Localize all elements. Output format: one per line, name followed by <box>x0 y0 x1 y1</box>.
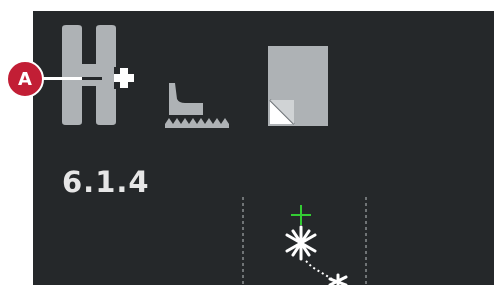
callout-label: A <box>18 68 32 90</box>
feed-dogs-button[interactable] <box>163 73 233 129</box>
stabilizer-button[interactable] <box>266 44 332 128</box>
sewing-machine-screen: 6.1.4 <box>33 11 494 285</box>
presser-foot-button[interactable] <box>58 24 138 126</box>
callout-a: A <box>6 60 44 98</box>
stitch-number: 6.1.4 <box>62 165 150 199</box>
stitch-preview-graphic <box>242 197 367 285</box>
callout-pointer-line <box>42 77 82 80</box>
presser-foot-add-icon <box>62 25 136 125</box>
stitch-preview <box>240 195 370 285</box>
stabilizer-icon <box>268 46 328 126</box>
feed-dogs-icon <box>165 83 229 128</box>
